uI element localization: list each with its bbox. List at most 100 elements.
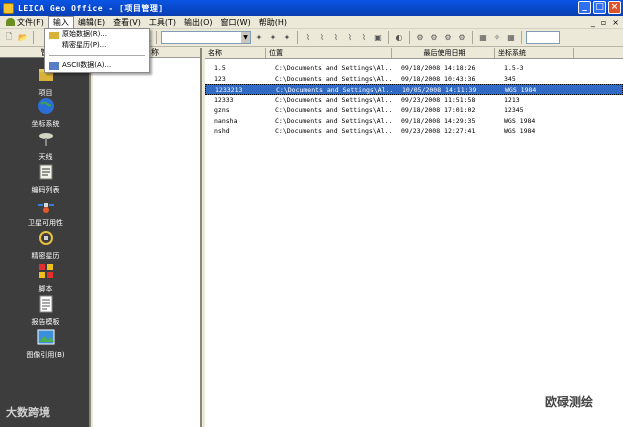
app-menu-icon: [6, 18, 15, 26]
satellite-icon: [37, 203, 54, 213]
antenna-icon: [38, 133, 53, 146]
mdi-close-button[interactable]: ×: [612, 16, 619, 29]
menu-window[interactable]: 窗口(W): [217, 16, 255, 29]
tool-icon-4[interactable]: ⌇: [302, 32, 314, 44]
column-location[interactable]: 位置: [266, 48, 392, 58]
menu-tools[interactable]: 工具(T): [145, 16, 180, 29]
cell-name: 123: [214, 74, 226, 83]
cell-name: nansha: [214, 116, 238, 125]
table-row[interactable]: gzns C:\Documents and Settings\Al... 09/18…: [205, 105, 623, 116]
app-window: LEICA Geo Office - [项目管理] _ □ × 文件(F) 输入…: [0, 0, 623, 427]
table-row[interactable]: nansha C:\Documents and Settings\Al... 09/…: [205, 116, 623, 127]
cell-name: 12333: [214, 95, 234, 104]
sidebar-item-satellite-availability[interactable]: 卫星可用性: [0, 196, 91, 228]
tool-icon-6[interactable]: ⌇: [330, 32, 342, 44]
tool-icon-1[interactable]: ✦: [253, 32, 265, 44]
tool-icon-16[interactable]: ✧: [491, 32, 503, 44]
table-row[interactable]: 123 C:\Documents and Settings\Al... 09/18/…: [205, 74, 623, 85]
menu-output[interactable]: 输出(O): [180, 16, 217, 29]
column-name[interactable]: 名称: [205, 48, 266, 58]
maximize-button[interactable]: □: [593, 1, 606, 14]
cell-date: 09/18/2008 10:43:36: [401, 74, 476, 83]
table-row[interactable]: 12333 C:\Documents and Settings\Al... 09/2…: [205, 95, 623, 106]
title-bar: LEICA Geo Office - [项目管理] _ □ ×: [0, 0, 623, 16]
tool-icon-11[interactable]: ⚙: [414, 32, 426, 44]
tool-icon-17[interactable]: ▦: [505, 32, 517, 44]
cell-location: C:\Documents and Settings\Al...: [275, 116, 392, 125]
open-icon[interactable]: 📂: [17, 32, 29, 44]
mdi-minimize-button[interactable]: _: [591, 16, 595, 29]
sidebar-item-report-template[interactable]: 报告模板: [0, 295, 91, 327]
input-menu-dropdown: 原始数据(R)... 精密星历(P)... ASCII数据(A)...: [44, 28, 150, 73]
raw-data-icon: [49, 32, 59, 39]
cell-date: 09/23/2008 12:27:41: [401, 127, 476, 135]
column-last-used[interactable]: 最后使用日期: [392, 48, 495, 58]
tool-icon-15[interactable]: ▦: [477, 32, 489, 44]
toolbar-combo[interactable]: ▼: [161, 31, 251, 44]
sidebar-item-image-reference[interactable]: 图像引用(B): [0, 328, 91, 360]
cell-location: C:\Documents and Settings\Al...: [275, 127, 392, 135]
image-reference-icon: [37, 329, 54, 345]
report-template-icon: [39, 295, 52, 313]
watermark-right: 欧碌测绘: [545, 395, 594, 409]
cell-crs: WGS 1984: [504, 116, 536, 125]
menu-item-precise-ephemeris[interactable]: 精密星历(P)...: [45, 40, 149, 51]
sidebar-item-code-list[interactable]: 编码列表: [0, 163, 91, 195]
script-icon: [38, 264, 53, 278]
cell-date: 09/18/2008 14:29:35: [401, 116, 476, 125]
tool-icon-10[interactable]: ◐: [393, 32, 405, 44]
cell-name: gzns: [214, 106, 230, 114]
cell-date: 09/18/2008 17:01:02: [401, 106, 476, 114]
menu-help[interactable]: 帮助(H): [255, 16, 291, 29]
table-row[interactable]: 1.5 C:\Documents and Settings\Al... 09/18/…: [205, 63, 623, 74]
tool-icon-5[interactable]: ⌇: [316, 32, 328, 44]
tree-pane[interactable]: 名称: [93, 48, 202, 427]
menu-view[interactable]: 查看(V): [109, 16, 145, 29]
cell-crs: 12345: [504, 106, 524, 114]
new-icon[interactable]: 🗋: [3, 32, 15, 44]
cell-location: C:\Documents and Settings\Al...: [275, 74, 392, 83]
close-button[interactable]: ×: [608, 1, 621, 14]
menu-item-ascii-data[interactable]: ASCII数据(A)...: [45, 60, 149, 71]
cell-crs: 345: [504, 74, 516, 83]
tool-icon-8[interactable]: ⌇: [358, 32, 370, 44]
code-list-icon: [39, 164, 52, 180]
ephemeris-icon: [38, 231, 53, 245]
chevron-down-icon: ▼: [241, 32, 250, 43]
cell-crs: 1.5-3: [504, 64, 524, 72]
tool-icon-13[interactable]: ⚙: [442, 32, 454, 44]
app-icon: [3, 2, 14, 14]
menu-edit[interactable]: 编辑(E): [74, 16, 109, 29]
menu-file[interactable]: 文件(F): [2, 16, 48, 29]
minimize-button[interactable]: _: [578, 1, 591, 14]
menu-separator: [49, 55, 145, 56]
ascii-data-icon: [49, 62, 59, 70]
cell-crs: WGS 1984: [505, 86, 537, 94]
table-row[interactable]: nshd C:\Documents and Settings\Al... 09/23…: [205, 126, 623, 137]
tool-icon-2[interactable]: ✦: [267, 32, 279, 44]
cell-date: 09/18/2008 14:18:26: [401, 64, 476, 72]
tool-icon-9[interactable]: ▣: [372, 32, 384, 44]
toolbar-combo-2[interactable]: [526, 31, 560, 44]
list-header: 名称 位置 最后使用日期 坐标系统: [205, 48, 623, 59]
sidebar-item-coordinate-system[interactable]: 坐标系统: [0, 97, 91, 129]
tool-icon-7[interactable]: ⌇: [344, 32, 356, 44]
project-list: 名称 位置 最后使用日期 坐标系统 1.5 C:\Documents and Se…: [205, 48, 623, 427]
mdi-restore-button[interactable]: ▫: [601, 16, 606, 29]
sidebar-item-antenna[interactable]: 天线: [0, 130, 91, 162]
cell-location: C:\Documents and Settings\Al...: [275, 64, 392, 72]
cell-location: C:\Documents and Settings\Al...: [276, 86, 393, 94]
tool-icon-14[interactable]: ⚙: [456, 32, 468, 44]
table-row[interactable]: 1233213 C:\Documents and Settings\Al... 10…: [205, 84, 623, 95]
menu-item-raw-data[interactable]: 原始数据(R)...: [45, 29, 149, 40]
tool-icon-3[interactable]: ✦: [281, 32, 293, 44]
cell-name: 1.5: [214, 64, 226, 72]
sidebar-item-script[interactable]: 脚本: [0, 262, 91, 294]
cell-date: 09/23/2008 11:51:58: [401, 95, 476, 104]
sidebar-item-precise-ephemeris[interactable]: 精密星历: [0, 229, 91, 261]
cell-location: C:\Documents and Settings\Al...: [275, 106, 392, 114]
tool-icon-12[interactable]: ⚙: [428, 32, 440, 44]
globe-icon: [37, 98, 54, 114]
menu-input[interactable]: 输入: [47, 15, 74, 29]
column-crs[interactable]: 坐标系统: [495, 48, 574, 58]
